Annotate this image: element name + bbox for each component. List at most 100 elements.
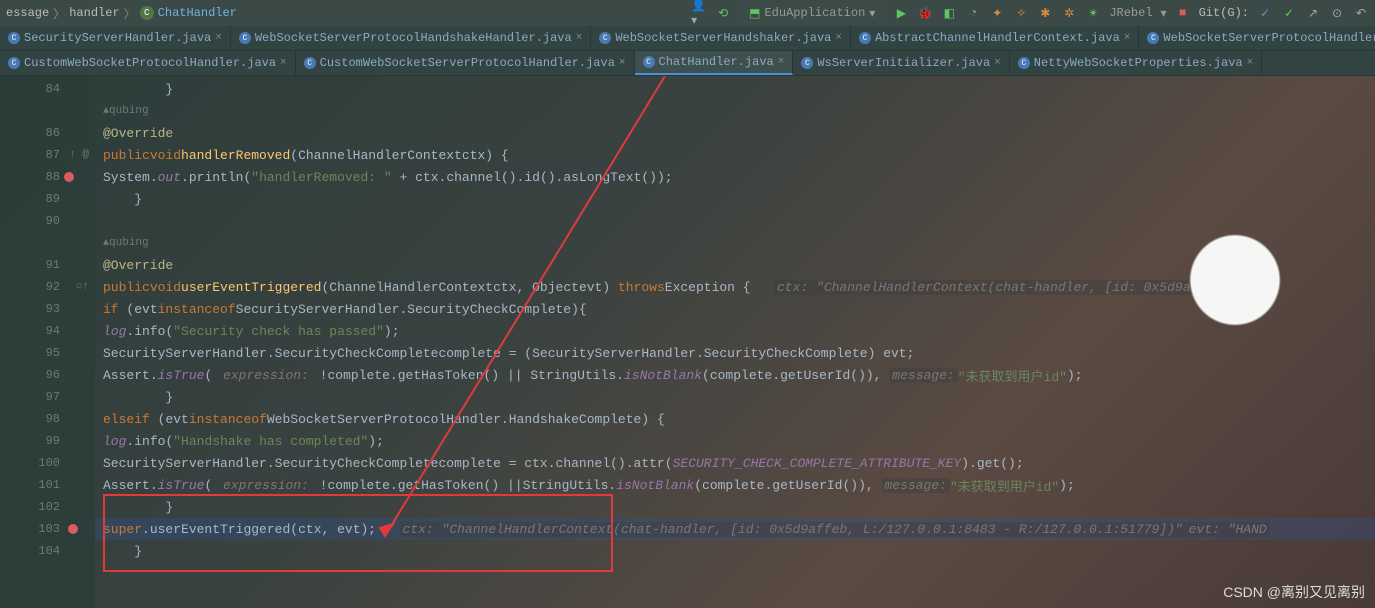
breadcrumb-segment[interactable]: essage <box>6 6 49 20</box>
toolbar-right: 👤▾ ⟲ ⬒ EduApplication ▾ ▶ 🐞 ◧ ◔ ✦ ✧ ✱ ✲ … <box>691 4 1369 23</box>
user-icon[interactable]: 👤▾ <box>691 5 707 21</box>
code-line[interactable]: log.info("Handshake has completed"); <box>95 430 1375 452</box>
gutter-line: 98 <box>0 408 95 430</box>
gutter-line: 91 <box>0 254 95 276</box>
sync-icon[interactable]: ⟲ <box>715 5 731 21</box>
jr5-icon[interactable]: ✴ <box>1085 5 1101 21</box>
class-icon: C <box>801 57 813 69</box>
profile-icon[interactable]: ◔ <box>965 5 981 21</box>
gutter-line: 93 <box>0 298 95 320</box>
tab-security-server-handler[interactable]: CSecurityServerHandler.java× <box>0 26 231 50</box>
code-editor[interactable]: 84 86 87↑ @ 88 89 90 91 92○↑ 93 94 95 96… <box>0 76 1375 608</box>
run-config-selector[interactable]: ⬒ EduApplication ▾ <box>739 4 885 23</box>
override-gutter-icon[interactable]: ○↑ <box>76 281 89 293</box>
gutter-line: 96 <box>0 364 95 386</box>
gutter[interactable]: 84 86 87↑ @ 88 89 90 91 92○↑ 93 94 95 96… <box>0 76 95 608</box>
code-line[interactable]: } <box>95 386 1375 408</box>
git-history-icon[interactable]: ⊙ <box>1329 5 1345 21</box>
gutter-line: 101 <box>0 474 95 496</box>
close-icon[interactable]: × <box>1247 57 1254 69</box>
close-icon[interactable]: × <box>576 32 583 44</box>
chevron-down-icon: ▾ <box>1161 6 1167 21</box>
code-line[interactable]: SecurityServerHandler.SecurityCheckCompl… <box>95 342 1375 364</box>
jr2-icon[interactable]: ✧ <box>1013 5 1029 21</box>
code-line[interactable]: else if (evt instanceof WebSocketServerP… <box>95 408 1375 430</box>
close-icon[interactable]: × <box>835 32 842 44</box>
gutter-line: 94 <box>0 320 95 342</box>
tab-abstract-channel-ctx[interactable]: CAbstractChannelHandlerContext.java× <box>851 26 1139 50</box>
jr4-icon[interactable]: ✲ <box>1061 5 1077 21</box>
run-config-label: EduApplication <box>764 6 865 20</box>
chevron-right-icon: 〉 <box>124 5 136 22</box>
git-commit-icon[interactable]: ✓ <box>1281 5 1297 21</box>
jrebel-label[interactable]: JRebel <box>1109 6 1152 20</box>
tab-ws-server-initializer[interactable]: CWsServerInitializer.java× <box>793 51 1009 75</box>
gutter-line: 84 <box>0 78 95 100</box>
breadcrumb-segment[interactable]: handler <box>69 6 119 20</box>
code-line[interactable]: SecurityServerHandler.SecurityCheckCompl… <box>95 452 1375 474</box>
class-icon: C <box>140 6 154 20</box>
gutter-line-breakpoint[interactable]: 103 <box>0 518 95 540</box>
close-icon[interactable]: × <box>280 57 287 69</box>
gutter-line: 90 <box>0 210 95 232</box>
gutter-line <box>0 232 95 254</box>
close-icon[interactable]: × <box>1124 32 1131 44</box>
code-line[interactable]: Assert.isTrue( expression: !complete.get… <box>95 364 1375 386</box>
code-line[interactable]: } <box>95 540 1375 562</box>
code-line[interactable]: Assert.isTrue( expression: !complete.get… <box>95 474 1375 496</box>
watermark: CSDN @离别又见离别 <box>1223 582 1365 602</box>
code-line[interactable]: } <box>95 496 1375 518</box>
code-line[interactable]: @Override <box>95 122 1375 144</box>
breadcrumb-class[interactable]: ChatHandler <box>158 6 237 20</box>
gutter-line-breakpoint[interactable]: 88 <box>0 166 95 188</box>
tab-ws-protocol-handshake-handler[interactable]: CWebSocketServerProtocolHandshakeHandler… <box>231 26 591 50</box>
code-line[interactable]: } <box>95 188 1375 210</box>
class-icon: C <box>1147 32 1159 44</box>
git-update-icon[interactable]: ✓ <box>1257 5 1273 21</box>
tab-custom-ws-protocol-handler[interactable]: CCustomWebSocketProtocolHandler.java× <box>0 51 296 75</box>
override-gutter-icon[interactable]: ↑ @ <box>69 149 89 161</box>
code-line[interactable]: log.info("Security check has passed"); <box>95 320 1375 342</box>
close-icon[interactable]: × <box>994 57 1001 69</box>
editor-tabs-row-1: CSecurityServerHandler.java× CWebSocketS… <box>0 26 1375 51</box>
editor-tabs-row-2: CCustomWebSocketProtocolHandler.java× CC… <box>0 51 1375 76</box>
git-rollback-icon[interactable]: ↶ <box>1353 5 1369 21</box>
gutter-line: 99 <box>0 430 95 452</box>
git-label[interactable]: Git(G): <box>1199 6 1249 20</box>
inline-hint: evt: "HAND <box>1186 522 1270 537</box>
class-icon: C <box>8 57 20 69</box>
code-line[interactable]: ▲ qubing <box>95 100 1375 122</box>
breadcrumb[interactable]: essage 〉 handler 〉 C ChatHandler <box>6 5 237 22</box>
param-hint: expression: <box>220 368 312 383</box>
jr3-icon[interactable]: ✱ <box>1037 5 1053 21</box>
code-line-current[interactable]: super.userEventTriggered(ctx, evt); ctx:… <box>95 518 1375 540</box>
tab-ws-protocol-handler[interactable]: CWebSocketServerProtocolHandler.java× <box>1139 26 1375 50</box>
gutter-line <box>0 100 95 122</box>
code-line[interactable]: System.out.println("handlerRemoved: " + … <box>95 166 1375 188</box>
gutter-line: 86 <box>0 122 95 144</box>
debug-icon[interactable]: 🐞 <box>917 5 933 21</box>
tab-ws-server-handshaker[interactable]: CWebSocketServerHandshaker.java× <box>591 26 851 50</box>
code-line[interactable]: public void handlerRemoved(ChannelHandle… <box>95 144 1375 166</box>
gutter-line: 104 <box>0 540 95 562</box>
tab-netty-ws-properties[interactable]: CNettyWebSocketProperties.java× <box>1010 51 1262 75</box>
close-icon[interactable]: × <box>619 57 626 69</box>
close-icon[interactable]: × <box>778 56 785 68</box>
close-icon[interactable]: × <box>215 32 222 44</box>
git-push-icon[interactable]: ↗ <box>1305 5 1321 21</box>
run-icon[interactable]: ▶ <box>893 5 909 21</box>
tab-chat-handler[interactable]: CChatHandler.java× <box>635 51 794 75</box>
code-area[interactable]: } ▲ qubing @Override public void handler… <box>95 76 1375 608</box>
mascot-image <box>1165 196 1305 336</box>
class-icon: C <box>1018 57 1030 69</box>
code-line[interactable]: } <box>95 78 1375 100</box>
gutter-line: 87↑ @ <box>0 144 95 166</box>
param-hint: expression: <box>220 478 312 493</box>
tab-custom-ws-server-protocol-handler[interactable]: CCustomWebSocketServerProtocolHandler.ja… <box>296 51 635 75</box>
stop-icon[interactable]: ■ <box>1175 5 1191 21</box>
gutter-line: 100 <box>0 452 95 474</box>
jr-icon[interactable]: ✦ <box>989 5 1005 21</box>
coverage-icon[interactable]: ◧ <box>941 5 957 21</box>
author-annotation: qubing <box>109 237 149 249</box>
gutter-line: 92○↑ <box>0 276 95 298</box>
